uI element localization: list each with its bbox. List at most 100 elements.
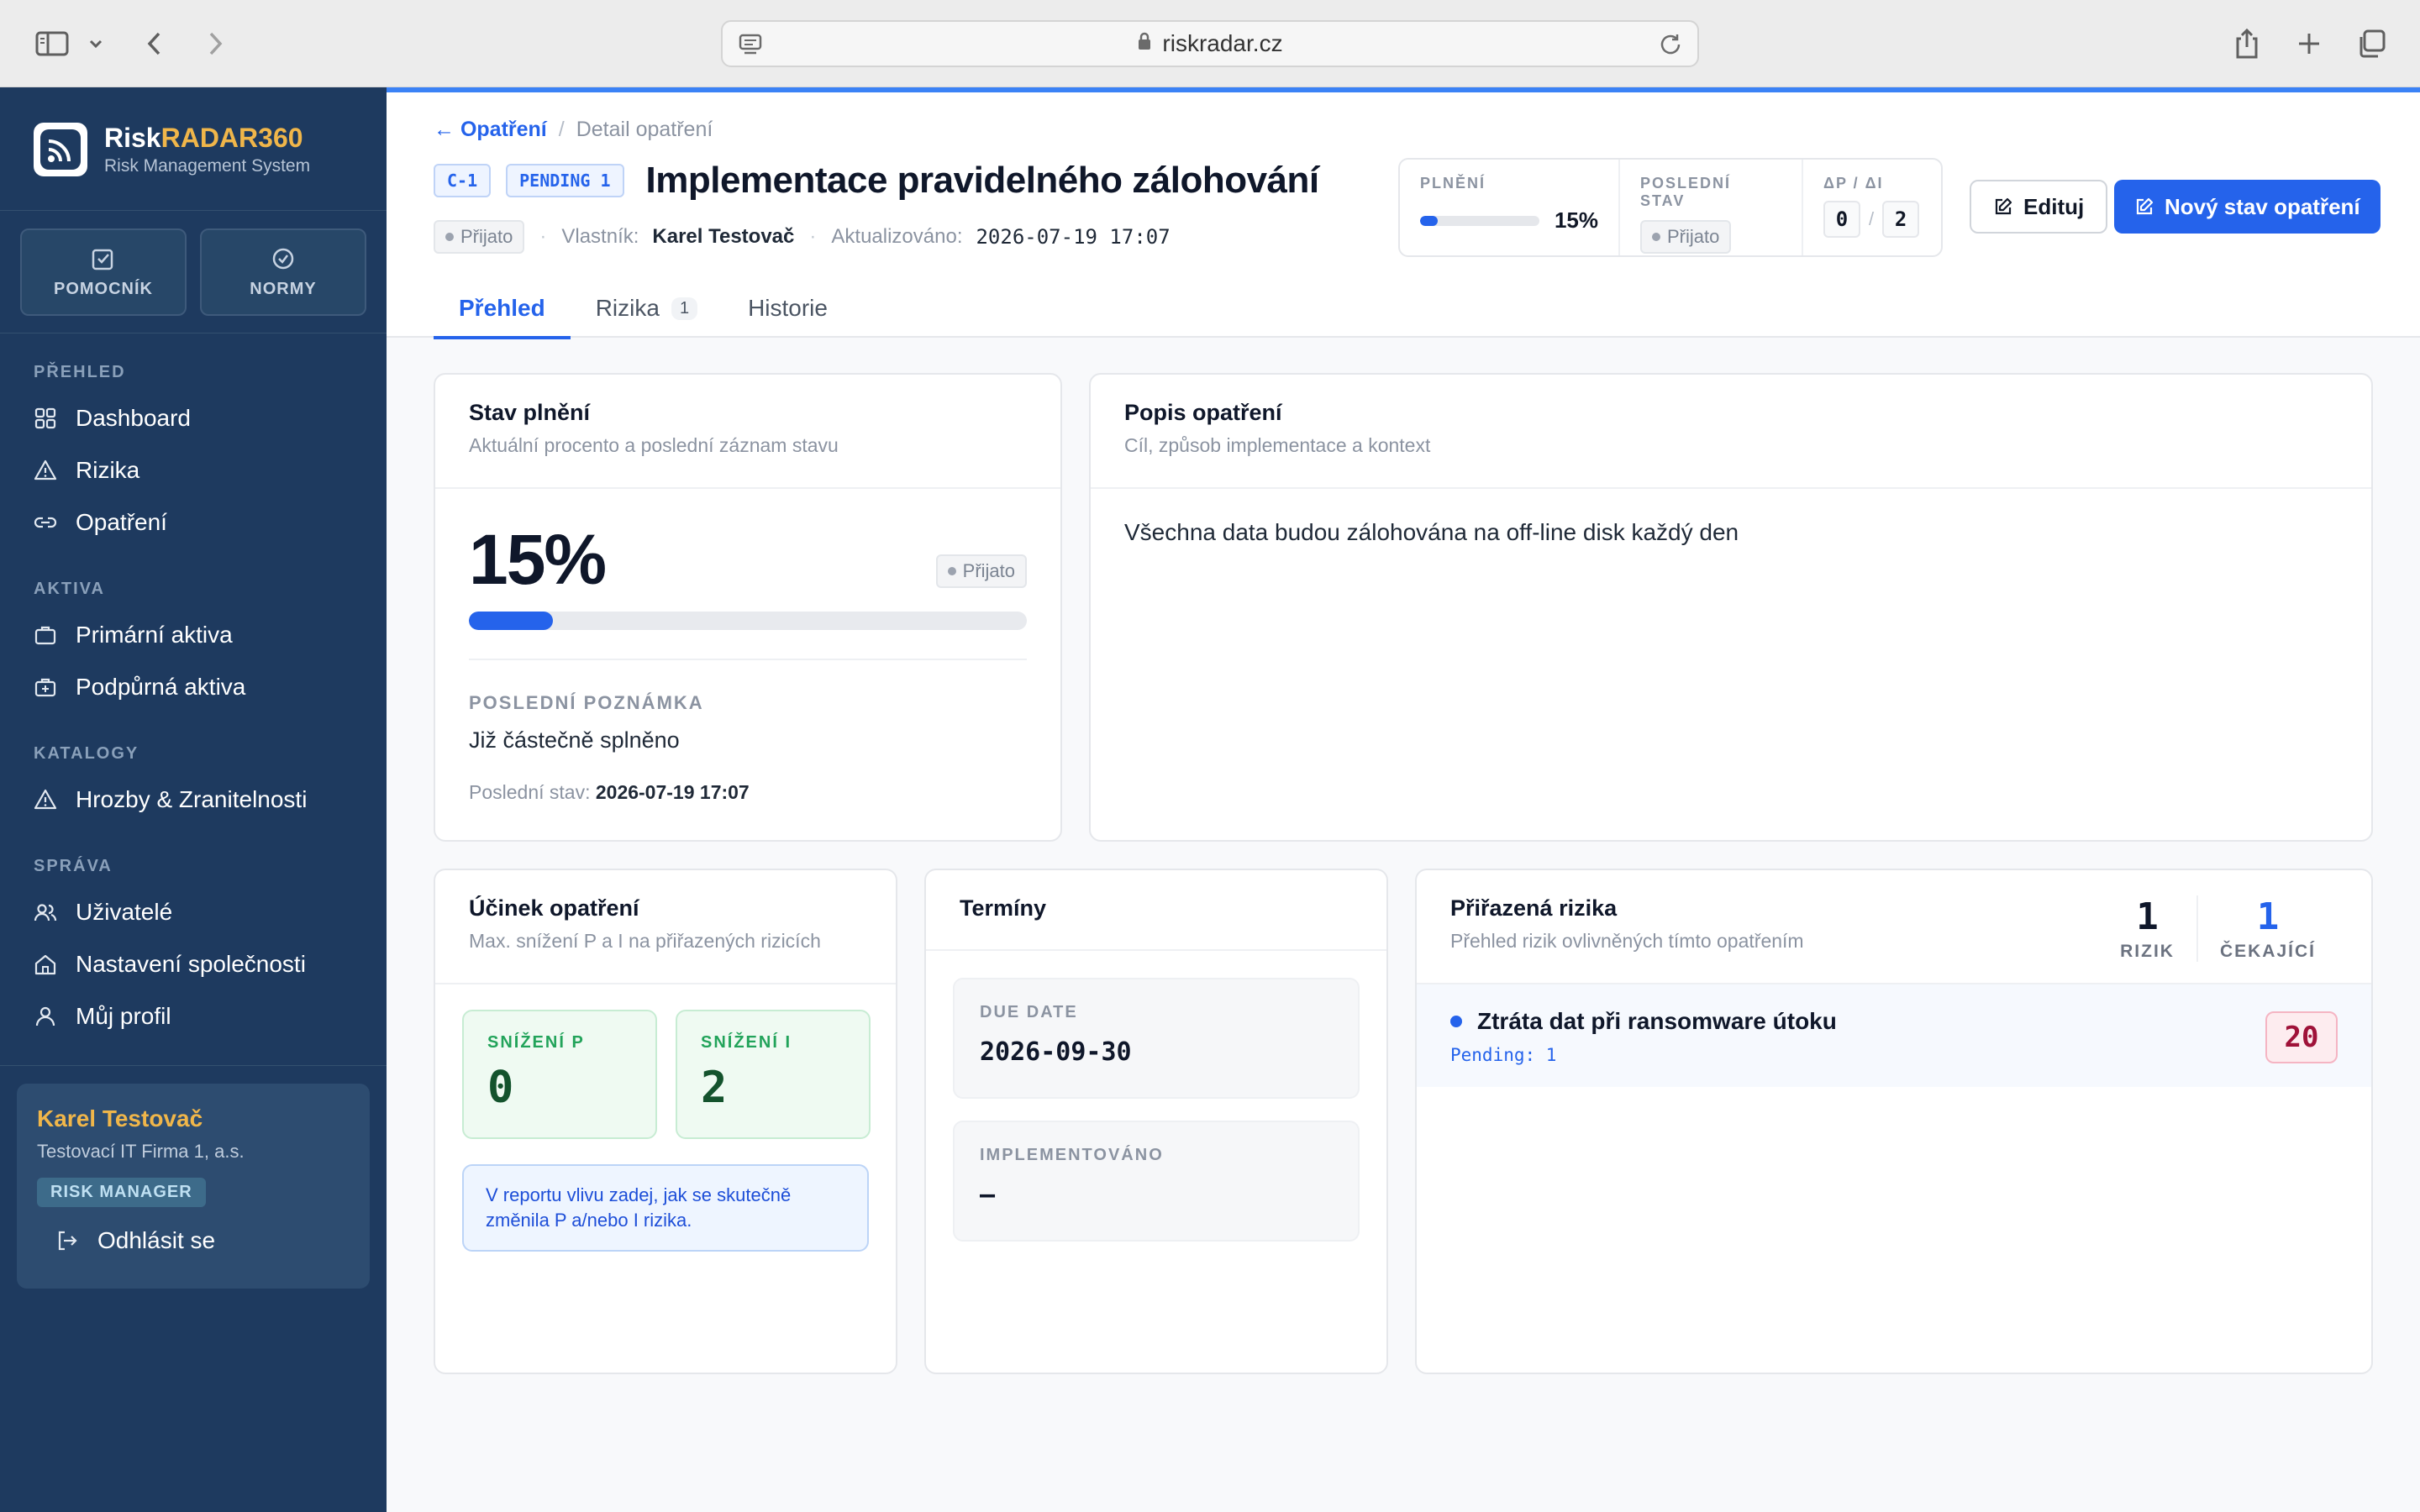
sidebar-item-risks[interactable]: Rizika [34,452,139,489]
role-badge: RISK MANAGER [37,1178,206,1207]
sidebar-toggle-icon[interactable] [32,24,72,64]
browser-toolbar: riskradar.cz [0,0,2420,87]
tab-overview[interactable]: Přehled [434,279,571,339]
delta-label: ΔP / ΔI [1823,175,1884,192]
due-date-box: DUE DATE 2026-09-30 [953,978,1360,1099]
reduction-p-value: 0 [487,1063,514,1113]
tabs-overview-icon[interactable] [2351,24,2391,64]
breadcrumb-back-link[interactable]: ← Opatření [434,118,547,142]
sidebar-item-my-profile[interactable]: Můj profil [34,998,171,1035]
standards-button[interactable]: NORMY [200,228,366,316]
circle-check-icon [272,248,294,269]
brand[interactable]: RiskRADAR360 Risk Management System [34,123,310,176]
lock-icon [1137,30,1152,57]
new-status-button-label: Nový stav opatření [2165,193,2360,219]
url-text: riskradar.cz [1162,30,1283,56]
sidebar-item-supporting-assets[interactable]: Podpůrná aktiva [34,669,245,706]
risk-name: Ztráta dat při ransomware útoku [1477,1008,1837,1034]
impact-hint: V reportu vlivu zadej, jak se skutečně z… [462,1164,869,1252]
new-status-button[interactable]: Nový stav opatření [2114,180,2381,234]
assigned-risks-card: Přiřazená rizika Přehled rizik ovlivněný… [1415,869,2373,1374]
page-settings-icon[interactable] [738,33,763,62]
edit-button-label: Edituj [2023,193,2085,219]
helper-button[interactable]: POMOCNÍK [20,228,187,316]
sidebar-item-dashboard[interactable]: Dashboard [34,400,191,437]
sidebar-item-threats[interactable]: Hrozby & Zranitelnosti [34,781,307,818]
tab-risks[interactable]: Rizika 1 [571,279,723,338]
due-date-value: 2026-09-30 [980,1037,1132,1067]
sidebar-item-primary-assets[interactable]: Primární aktiva [34,617,233,654]
sidebar-item-label: Rizika [76,457,140,483]
sidebar-divider [0,210,387,211]
implemented-label: IMPLEMENTOVÁNO [980,1146,1164,1164]
measure-code-badge: C-1 [434,164,492,197]
users-icon [34,904,57,921]
warning-triangle-icon [34,459,57,480]
sidebar-item-users[interactable]: Uživatelé [34,894,172,931]
reload-icon[interactable] [1659,32,1682,61]
user-company: Testovací IT Firma 1, a.s. [37,1141,245,1162]
home-icon [34,954,56,975]
card-title: Popis opatření [1124,400,1282,425]
sidebar-item-company-settings[interactable]: Nastavení společnosti [34,946,306,983]
card-title: Termíny [960,895,1047,921]
link-icon [34,517,57,528]
description-card: Popis opatření Cíl, způsob implementace … [1089,373,2373,842]
address-bar[interactable]: riskradar.cz [721,20,1699,67]
forward-arrow-icon[interactable] [195,24,235,64]
sidebar-item-label: Opatření [76,509,167,535]
implemented-box: IMPLEMENTOVÁNO – [953,1121,1360,1242]
reduction-p-label: SNÍŽENÍ P [487,1033,585,1052]
title-row: C-1 PENDING 1 Implementace pravidelného … [434,160,1319,202]
risk-count-label: RIZIK [2120,942,2175,961]
edit-button[interactable]: Edituj [1970,180,2108,234]
status-dot-icon [445,233,454,241]
sidebar-item-label: Dashboard [76,405,191,431]
pending-dot-icon [1450,1016,1462,1027]
delta-p-value: 0 [1823,201,1860,238]
delta-separator: / [1869,208,1875,229]
user-card: Karel Testovač Testovací IT Firma 1, a.s… [17,1084,370,1289]
breadcrumb: ← Opatření / Detail opatření [434,118,713,142]
sidebar-item-label: Podpůrná aktiva [76,674,246,700]
main-content: ← Opatření / Detail opatření C-1 PENDING… [387,92,2420,1512]
risk-stats: 1 RIZIK 1 ČEKAJÍCÍ [2098,895,2338,962]
status-badge: Přijato [434,220,525,254]
chevron-down-icon[interactable] [79,24,113,64]
meta-separator: · [539,225,547,248]
pending-badge: PENDING 1 [506,164,624,197]
risk-list-item[interactable]: Ztráta dat při ransomware útoku Pending:… [1417,984,2371,1087]
logout-button[interactable]: Odhlásit se [37,1227,350,1254]
fulfillment-progress-bar [1420,215,1539,226]
reduction-i-box: SNÍŽENÍ I 2 [676,1010,871,1139]
sidebar-item-measures[interactable]: Opatření [34,504,167,541]
status-dot-icon [947,567,956,575]
section-catalogs: KATALOGY [34,744,139,763]
risk-score-badge: 20 [2265,1011,2338,1063]
pending-count: 1 [2256,895,2280,938]
updated-time: 2026-07-19 17:07 [976,225,1171,249]
last-note-text: Již částečně splněno [469,727,680,753]
section-overview: PŘEHLED [34,363,126,381]
risk-count: 1 [2136,895,2159,938]
status-dot-icon [1652,233,1660,241]
warning-triangle-icon [34,789,57,810]
tab-history[interactable]: Historie [723,279,853,338]
breadcrumb-current: Detail opatření [576,118,713,141]
new-tab-icon[interactable] [2289,24,2329,64]
sidebar-item-label: Nastavení společnosti [76,951,306,977]
back-arrow-icon[interactable] [134,24,175,64]
card-title: Stav plnění [469,400,591,425]
sidebar-item-label: Můj profil [76,1003,171,1029]
edit-icon [1995,197,2012,215]
logout-label: Odhlásit se [97,1227,216,1253]
section-admin: SPRÁVA [34,857,113,875]
share-icon[interactable] [2227,24,2267,64]
description-text: Všechna data budou zálohována na off-lin… [1124,519,1739,545]
helper-button-label: POMOCNÍK [54,279,153,298]
implemented-value: – [980,1180,996,1210]
edit-icon [2136,197,2154,215]
sidebar-item-label: Primární aktiva [76,622,233,648]
sidebar-divider [0,1065,387,1066]
fulfillment-label: PLNĚNÍ [1420,175,1486,192]
